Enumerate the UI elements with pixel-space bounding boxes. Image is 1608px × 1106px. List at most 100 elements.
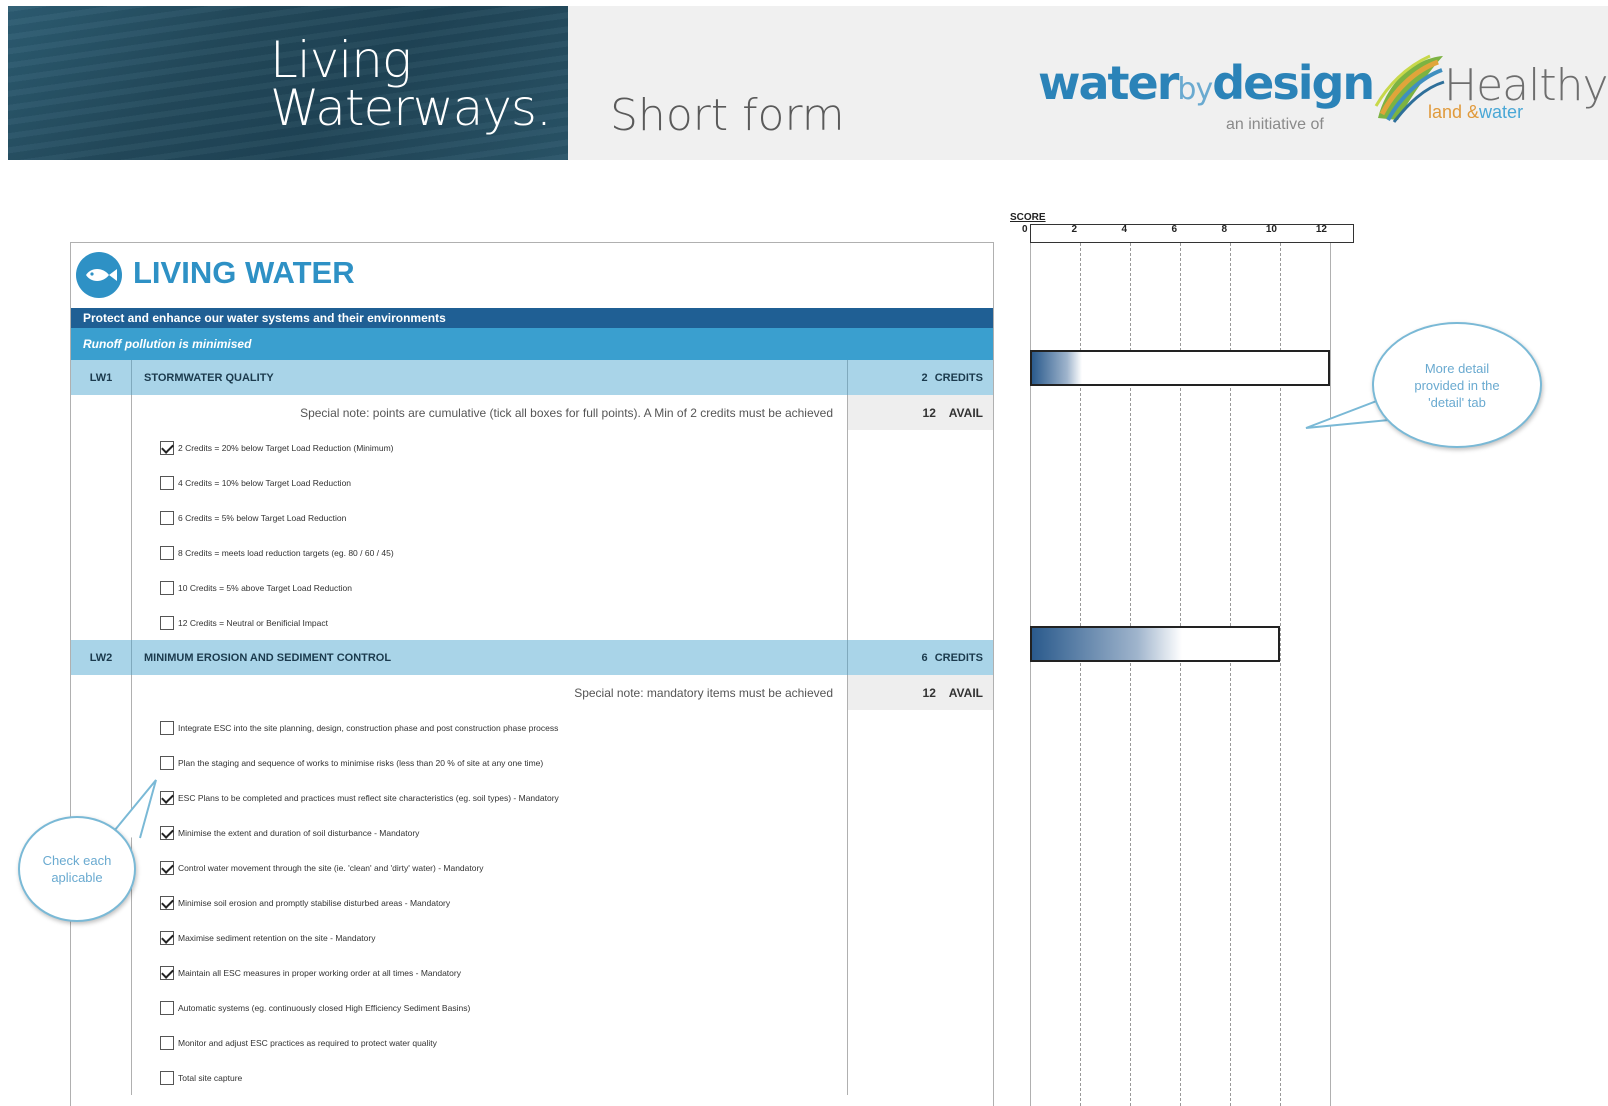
code-cell (71, 430, 132, 465)
option-cell: 12 Credits = Neutral or Benificial Impac… (132, 605, 848, 640)
option-label: 8 Credits = meets load reduction targets… (178, 547, 394, 558)
logo-line2: Waterways. (270, 79, 552, 137)
option-label: Minimise soil erosion and promptly stabi… (178, 897, 451, 908)
code-cell (71, 1025, 132, 1060)
tick-label: 4 (1121, 224, 1127, 235)
code-cell (71, 710, 132, 745)
code-cell (71, 920, 132, 955)
option-checkbox[interactable] (160, 615, 174, 630)
living-waterways-logo: Living Waterways. (270, 35, 552, 137)
side-cell (848, 1025, 993, 1060)
option-cell: 10 Credits = 5% above Target Load Reduct… (132, 570, 848, 605)
initiative-tagline: an initiative of (1226, 116, 1324, 133)
code-cell (71, 570, 132, 605)
option-label: Minimise the extent and duration of soil… (178, 827, 420, 838)
section-name: MINIMUM EROSION AND SEDIMENT CONTROL (132, 640, 848, 675)
chart-title: SCORE (1010, 212, 1046, 223)
detail-callout: More detail provided in the 'detail' tab (1372, 322, 1542, 448)
page-header: Living Waterways. Short form waterbydesi… (8, 6, 1608, 160)
tick-label: 6 (1171, 224, 1177, 235)
code-cell (71, 465, 132, 500)
section-code: LW2 (71, 640, 132, 675)
land-water-wordmark: land &water (1428, 102, 1524, 122)
option-cell: Maximise sediment retention on the site … (132, 920, 848, 955)
side-cell (848, 570, 993, 605)
section-code: LW1 (71, 360, 132, 395)
option-checkbox[interactable] (160, 895, 174, 910)
tick-label: 0 (1022, 224, 1028, 235)
section-name: STORMWATER QUALITY (132, 360, 848, 395)
wbd-by: by (1177, 72, 1213, 107)
option-checkbox[interactable] (160, 1000, 174, 1015)
option-cell: Total site capture (132, 1060, 848, 1095)
option-cell: Monitor and adjust ESC practices as requ… (132, 1025, 848, 1060)
option-row: Total site capture (71, 1060, 993, 1095)
side-cell (848, 605, 993, 640)
score-bar-lw2 (1030, 626, 1280, 662)
section-title: LIVING WATER (133, 255, 355, 290)
living-waterways-banner: Living Waterways. (8, 6, 568, 160)
option-row: Monitor and adjust ESC practices as requ… (71, 1025, 993, 1060)
tick-label: 8 (1221, 224, 1227, 235)
tick-label: 10 (1265, 224, 1277, 235)
objective-banner: Protect and enhance our water systems an… (71, 308, 993, 328)
option-cell: 8 Credits = meets load reduction targets… (132, 535, 848, 570)
option-checkbox[interactable] (160, 475, 174, 490)
check-callout: Check each aplicable (18, 816, 136, 922)
option-checkbox[interactable] (160, 930, 174, 945)
detail-callout-text: More detail provided in the 'detail' tab (1414, 360, 1500, 410)
score-fill-lw2 (1032, 628, 1182, 660)
option-row: 6 Credits = 5% below Target Load Reducti… (71, 500, 993, 535)
option-checkbox[interactable] (160, 510, 174, 525)
option-cell: Minimise soil erosion and promptly stabi… (132, 885, 848, 920)
section-note-row: Special note: points are cumulative (tic… (71, 395, 993, 430)
score-bar-lw1 (1030, 350, 1330, 386)
section-header-lw2: LW2 MINIMUM EROSION AND SEDIMENT CONTROL 6… (71, 640, 993, 675)
option-checkbox[interactable] (160, 1035, 174, 1050)
side-cell (848, 885, 993, 920)
option-checkbox[interactable] (160, 580, 174, 595)
option-label: 12 Credits = Neutral or Benificial Impac… (178, 617, 328, 628)
side-cell (848, 535, 993, 570)
wbd-water: water (1038, 56, 1179, 110)
option-row: Maintain all ESC measures in proper work… (71, 955, 993, 990)
side-cell (848, 710, 993, 745)
code-cell (71, 745, 132, 780)
option-checkbox[interactable] (160, 1070, 174, 1085)
code-cell (71, 535, 132, 570)
option-cell: 4 Credits = 10% below Target Load Reduct… (132, 465, 848, 500)
wbd-design: design (1212, 56, 1375, 110)
side-cell (848, 920, 993, 955)
option-row: 8 Credits = meets load reduction targets… (71, 535, 993, 570)
check-callout-text: Check each aplicable (42, 853, 112, 885)
option-label: Control water movement through the site … (178, 862, 484, 873)
code-cell (71, 395, 132, 430)
option-cell: 2 Credits = 20% below Target Load Reduct… (132, 430, 848, 465)
code-cell (71, 675, 132, 710)
option-label: 6 Credits = 5% below Target Load Reducti… (178, 512, 347, 523)
option-label: Total site capture (178, 1072, 243, 1083)
option-row: Control water movement through the site … (71, 850, 993, 885)
section-header-lw1: LW1 STORMWATER QUALITY 2 CREDITS (71, 360, 993, 395)
side-cell (848, 955, 993, 990)
option-cell: ESC Plans to be completed and practices … (132, 780, 848, 815)
side-cell (848, 465, 993, 500)
special-note: Special note: mandatory items must be ac… (132, 675, 848, 710)
option-label: 10 Credits = 5% above Target Load Reduct… (178, 582, 352, 593)
option-checkbox[interactable] (160, 755, 174, 770)
option-row: 12 Credits = Neutral or Benificial Impac… (71, 605, 993, 640)
tick-label: 12 (1315, 224, 1327, 235)
code-cell (71, 955, 132, 990)
option-checkbox[interactable] (160, 860, 174, 875)
form-heading: LIVING WATER (71, 243, 993, 308)
option-label: Monitor and adjust ESC practices as requ… (178, 1037, 437, 1048)
option-cell: Plan the staging and sequence of works t… (132, 745, 848, 780)
option-checkbox[interactable] (160, 440, 174, 455)
section-credits: 6 CREDITS (921, 651, 983, 664)
score-chart: SCORE 0 2 4 6 8 10 12 (1000, 210, 1360, 1106)
option-label: ESC Plans to be completed and practices … (178, 792, 559, 803)
option-checkbox[interactable] (160, 545, 174, 560)
option-label: Integrate ESC into the site planning, de… (178, 722, 559, 733)
option-checkbox[interactable] (160, 720, 174, 735)
option-checkbox[interactable] (160, 965, 174, 980)
